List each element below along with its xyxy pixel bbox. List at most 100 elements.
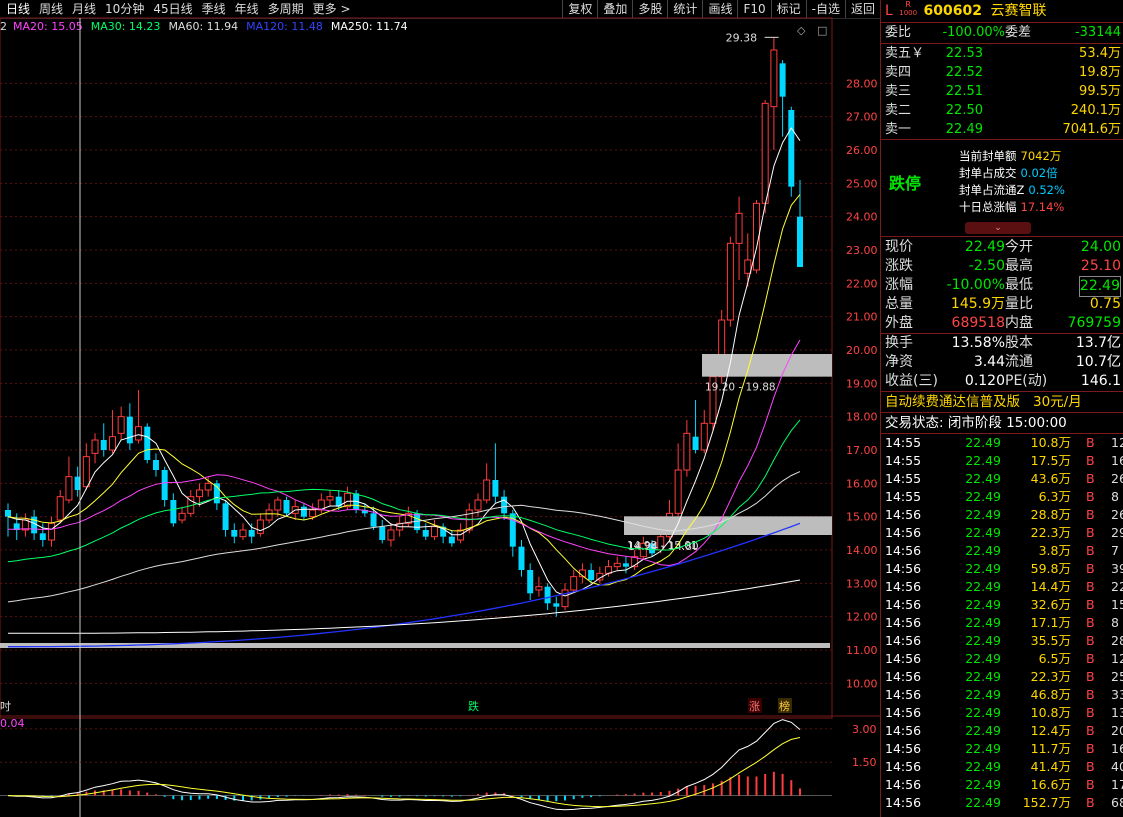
tick-price: 22.49 xyxy=(965,453,1001,468)
tick-row: 14:56 22.49 32.6万 B 15 xyxy=(881,596,1123,614)
tick-list[interactable]: 14:5522.4910.8万B1214:5522.4917.5万B1614:5… xyxy=(881,433,1123,812)
tick-count: 16 xyxy=(1111,741,1123,756)
candle-body xyxy=(204,482,212,491)
high-label: 29.38 xyxy=(726,31,758,44)
tick-time: 14:56 xyxy=(885,669,922,684)
candle-body xyxy=(48,522,56,541)
fund-label: PE(动) xyxy=(1005,373,1048,389)
candle-body xyxy=(161,470,168,500)
candle-body xyxy=(692,436,699,450)
tick-price: 22.49 xyxy=(965,723,1001,738)
tick-count: 20 xyxy=(1111,723,1123,738)
tick-volume: 43.6万 xyxy=(1030,471,1071,486)
tick-count: 8 xyxy=(1111,489,1119,504)
ad-banner[interactable]: 自动续费通达信普及版 30元/月 xyxy=(881,391,1123,412)
tick-count: 8 xyxy=(1111,615,1119,630)
tick-price: 22.49 xyxy=(965,435,1001,450)
candle-body xyxy=(561,589,569,608)
tick-count: 68 xyxy=(1111,795,1123,810)
quote-rows: 现价 22.49 今开 24.00 涨跌 -2.50 最高 25.10 涨幅 -10.00% 最低 2… xyxy=(881,237,1123,333)
tick-side: B xyxy=(1086,795,1095,810)
collapse-button[interactable]: ⌄ xyxy=(965,222,1031,234)
tick-side: B xyxy=(1086,435,1095,450)
candle-body xyxy=(735,212,743,244)
tick-price: 22.49 xyxy=(965,687,1001,702)
diamond-icon[interactable]: ◇ xyxy=(797,24,806,37)
stock-name[interactable]: 云赛智联 xyxy=(990,3,1046,19)
tick-price: 22.49 xyxy=(965,777,1001,792)
fund-label: 收益(三) xyxy=(885,373,938,389)
tick-volume: 6.5万 xyxy=(1038,651,1071,666)
candle-body xyxy=(248,530,255,537)
tick-time: 14:56 xyxy=(885,633,922,648)
tick-row: 14:56 22.49 22.3万 B 29 xyxy=(881,524,1123,542)
quote-value: -10.00% xyxy=(946,277,1005,293)
tick-volume: 6.3万 xyxy=(1038,489,1071,504)
ask-book: 卖五￥ 22.53 53.4万 卖四 22.52 19.8万 卖三 22.51 99.5万 卖二 2… xyxy=(881,44,1123,139)
quote-label: 内盘 xyxy=(1005,315,1033,331)
tick-row: 14:56 22.49 11.7万 B 16 xyxy=(881,740,1123,758)
stock-badge: R 1000 xyxy=(899,0,917,18)
tick-time: 14:56 xyxy=(885,705,922,720)
tick-price: 22.49 xyxy=(965,615,1001,630)
candle-body xyxy=(144,426,151,460)
tick-side: B xyxy=(1086,543,1095,558)
tick-volume: 10.8万 xyxy=(1030,435,1071,450)
tick-row: 14:55 22.49 17.5万 B 16 xyxy=(881,452,1123,470)
limit-item: 当前封单额 7042万 xyxy=(959,148,1065,165)
candle-body xyxy=(170,500,177,524)
tick-count: 26 xyxy=(1111,471,1123,486)
ask-volume: 99.5万 xyxy=(1079,84,1121,99)
sub-dif-line xyxy=(7,719,801,811)
signal-rise: 涨 xyxy=(749,700,760,713)
tick-volume: 17.5万 xyxy=(1030,453,1071,468)
limit-item-label: 封单占流通Z xyxy=(959,183,1025,197)
tick-price: 22.49 xyxy=(965,579,1001,594)
tick-side: B xyxy=(1086,741,1095,756)
price-tick-label: 24.00 xyxy=(846,211,878,224)
candle-body xyxy=(683,432,691,471)
candle-body xyxy=(117,416,125,434)
candle-body xyxy=(178,512,186,521)
ask-volume: 19.8万 xyxy=(1079,65,1121,80)
price-tick-label: 25.00 xyxy=(846,177,878,190)
ask-volume: 240.1万 xyxy=(1070,103,1121,118)
tick-time: 14:56 xyxy=(885,579,922,594)
tick-price: 22.49 xyxy=(965,525,1001,540)
ask-label: 卖一 xyxy=(885,122,912,137)
tick-side: B xyxy=(1086,777,1095,792)
candle-body xyxy=(674,469,682,514)
price-chart[interactable]: 28.00 27.00 26.00 25.00 24.00 23.00 22.00 21.00… xyxy=(0,0,880,817)
tick-price: 22.49 xyxy=(965,471,1001,486)
candle-body xyxy=(492,480,499,497)
fundamental-rows: 换手 13.58% 股本 13.7亿 净资 3.44 流通 10.7亿 收益(三) 0.120 PE… xyxy=(881,333,1123,391)
candle-body xyxy=(553,603,560,607)
tick-row: 14:55 22.49 43.6万 B 26 xyxy=(881,470,1123,488)
ask-volume: 7041.6万 xyxy=(1062,122,1122,137)
tick-side: B xyxy=(1086,597,1095,612)
ask-price: 22.50 xyxy=(945,103,983,118)
tick-side: B xyxy=(1086,759,1095,774)
tick-price: 22.49 xyxy=(965,741,1001,756)
tick-volume: 22.3万 xyxy=(1030,669,1071,684)
tick-side: B xyxy=(1086,705,1095,720)
weibi-label: 委比 xyxy=(885,25,912,40)
tick-time: 14:56 xyxy=(885,795,922,810)
tick-time: 14:56 xyxy=(885,723,922,738)
price-tick-label: 23.00 xyxy=(846,244,878,257)
quote-row: 涨幅 -10.00% 最低 22.49 xyxy=(881,276,1123,297)
window-icon[interactable]: □ xyxy=(817,24,827,37)
tick-side: B xyxy=(1086,489,1095,504)
candle-body xyxy=(430,526,438,538)
price-tick-label: 15.00 xyxy=(846,511,878,524)
tick-time: 14:55 xyxy=(885,453,922,468)
tick-count: 22 xyxy=(1111,579,1123,594)
candle-body xyxy=(39,533,46,540)
zone3-label: 14.24 - 14.80 xyxy=(628,541,699,553)
resistance-zone xyxy=(702,354,832,377)
candle-body xyxy=(588,570,595,580)
tick-row: 14:56 22.49 17.1万 B 8 xyxy=(881,614,1123,632)
candle-body xyxy=(788,110,795,187)
limit-item: 封单占流通Z 0.52% xyxy=(959,182,1065,199)
candle-body xyxy=(239,529,247,538)
